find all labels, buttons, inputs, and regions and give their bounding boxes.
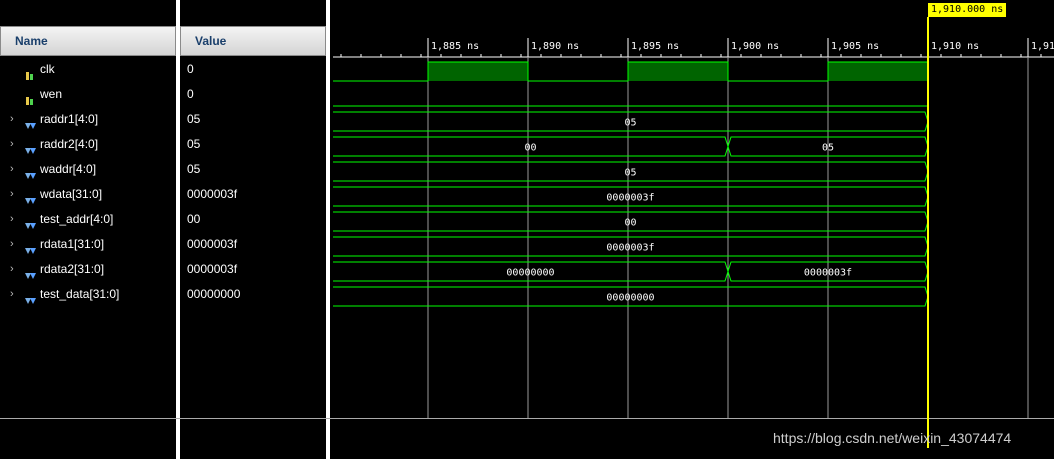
cursor-time-label[interactable]: 1,910.000 ns	[928, 3, 1007, 17]
waveform-canvas[interactable]: 1,885 ns 1,890 ns 1,895 ns 1,900 ns 1,905 ns…	[0, 0, 1054, 459]
clk-high-fill	[828, 62, 928, 81]
ruler-tick-label: 1,900 ns	[731, 41, 779, 52]
bus-value-label: 0000003f	[606, 243, 654, 254]
bus-value-label: 0000003f	[606, 193, 654, 204]
bus-value-label: 00	[624, 218, 636, 229]
bus-value-label: 05	[624, 168, 636, 179]
bus-value-label: 00000000	[606, 293, 654, 304]
ruler-tick-label: 1,905 ns	[831, 41, 879, 52]
ruler-tick-label: 1,895 ns	[631, 41, 679, 52]
bus-value-label: 00	[524, 143, 536, 154]
ruler-tick-label: 1,890 ns	[531, 41, 579, 52]
bus-value-label: 05	[822, 143, 834, 154]
bus-value-label: 05	[624, 118, 636, 129]
watermark-text: https://blog.csdn.net/weixin_43074474	[773, 430, 1012, 446]
ruler-tick-label: 1,91	[1031, 41, 1054, 52]
clk-high-fill	[428, 62, 528, 81]
clk-high-fill	[628, 62, 728, 81]
ruler-tick-label: 1,885 ns	[431, 41, 479, 52]
ruler-tick-label: 1,910 ns	[931, 41, 979, 52]
bus-value-label: 00000000	[506, 268, 554, 279]
bus-value-label: 0000003f	[804, 268, 852, 279]
